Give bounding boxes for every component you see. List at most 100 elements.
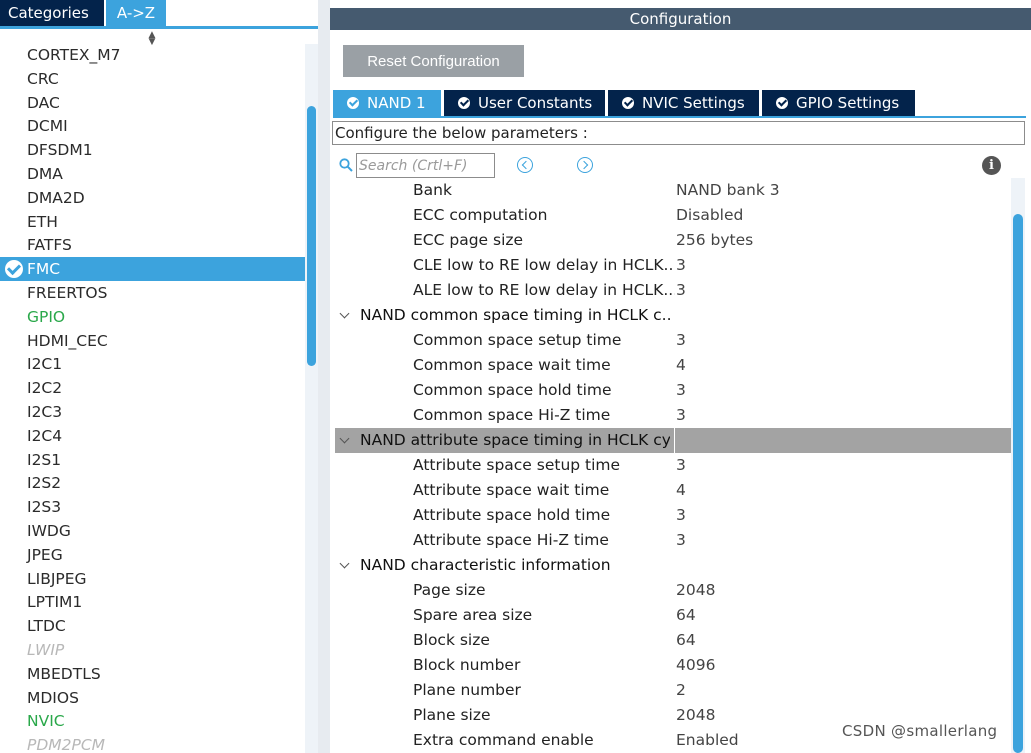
- parameter-row[interactable]: Block number 4096: [335, 653, 1011, 678]
- parameter-value[interactable]: 2048: [676, 578, 715, 603]
- tab-gpio-settings[interactable]: GPIO Settings: [762, 90, 915, 116]
- list-item-hdmi-cec[interactable]: HDMI_CEC: [0, 329, 305, 353]
- list-item-lptim1[interactable]: LPTIM1: [0, 590, 305, 614]
- reset-configuration-button[interactable]: Reset Configuration: [343, 45, 524, 77]
- parameter-row[interactable]: Attribute space setup time 3: [335, 453, 1011, 478]
- parameter-name: Plane number: [413, 681, 521, 699]
- parameter-row[interactable]: Block size 64: [335, 628, 1011, 653]
- list-item-i2c1[interactable]: I2C1: [0, 352, 305, 376]
- parameter-value[interactable]: 4: [676, 478, 686, 503]
- list-item-gpio[interactable]: GPIO: [0, 305, 305, 329]
- search-input[interactable]: [356, 153, 495, 178]
- list-item-mbedtls[interactable]: MBEDTLS: [0, 662, 305, 686]
- list-item-fatfs[interactable]: FATFS: [0, 233, 305, 257]
- tab-nvic-settings[interactable]: NVIC Settings: [608, 90, 759, 116]
- parameter-value[interactable]: 3: [676, 278, 686, 303]
- parameter-row[interactable]: ECC computation Disabled: [335, 203, 1011, 228]
- parameter-row[interactable]: Spare area size 64: [335, 603, 1011, 628]
- parameter-value[interactable]: 3: [676, 453, 686, 478]
- list-item-i2s2[interactable]: I2S2: [0, 471, 305, 495]
- parameter-value[interactable]: Disabled: [676, 203, 743, 228]
- list-item-dma2d[interactable]: DMA2D: [0, 186, 305, 210]
- tree-group-row[interactable]: NAND attribute space timing in HCLK cy..…: [335, 428, 1011, 453]
- list-item-label: LWIP: [27, 641, 65, 659]
- list-item-iwdg[interactable]: IWDG: [0, 519, 305, 543]
- parameter-row[interactable]: CLE low to RE low delay in HCLK... 3: [335, 253, 1011, 278]
- list-item-nvic[interactable]: NVIC: [0, 709, 305, 733]
- list-item-eth[interactable]: ETH: [0, 210, 305, 234]
- chevron-down-icon[interactable]: [338, 303, 352, 328]
- list-item-label: CORTEX_M7: [27, 46, 121, 64]
- parameter-row[interactable]: Page size 2048: [335, 578, 1011, 603]
- parameter-value[interactable]: 2048: [676, 703, 715, 728]
- left-scrollbar[interactable]: [305, 44, 318, 753]
- list-item-dcmi[interactable]: DCMI: [0, 114, 305, 138]
- parameter-row[interactable]: Common space wait time 4: [335, 353, 1011, 378]
- list-item-i2c4[interactable]: I2C4: [0, 424, 305, 448]
- parameter-value[interactable]: 3: [676, 378, 686, 403]
- list-item-i2s3[interactable]: I2S3: [0, 495, 305, 519]
- highlighted-value-cell: [674, 428, 1011, 453]
- panel-divider[interactable]: [318, 0, 330, 753]
- list-item-label: MBEDTLS: [27, 664, 101, 683]
- parameter-value[interactable]: 3: [676, 328, 686, 353]
- parameter-row[interactable]: Common space Hi-Z time 3: [335, 403, 1011, 428]
- next-match-icon[interactable]: [577, 157, 593, 173]
- list-item-fmc[interactable]: FMC: [0, 257, 305, 282]
- info-icon[interactable]: i: [982, 156, 1001, 175]
- parameter-value[interactable]: 3: [676, 503, 686, 528]
- parameter-row[interactable]: ECC page size 256 bytes: [335, 228, 1011, 253]
- parameter-row[interactable]: Attribute space wait time 4: [335, 478, 1011, 503]
- tab-user-constants[interactable]: User Constants: [444, 90, 605, 116]
- parameter-row[interactable]: Bank NAND bank 3: [335, 178, 1011, 203]
- group-name: NAND characteristic information: [360, 556, 611, 574]
- list-item-cortex-m7[interactable]: CORTEX_M7: [0, 44, 305, 67]
- parameter-value[interactable]: 2: [676, 678, 686, 703]
- list-item-pdm2pcm[interactable]: PDM2PCM: [0, 733, 305, 753]
- parameter-value[interactable]: 256 bytes: [676, 228, 753, 253]
- parameter-value[interactable]: 4096: [676, 653, 715, 678]
- list-item-i2s1[interactable]: I2S1: [0, 448, 305, 472]
- previous-match-icon[interactable]: [517, 157, 533, 173]
- list-item-libjpeg[interactable]: LIBJPEG: [0, 567, 305, 591]
- list-item-dfsdm1[interactable]: DFSDM1: [0, 138, 305, 162]
- list-item-mdios[interactable]: MDIOS: [0, 686, 305, 710]
- parameter-value[interactable]: NAND bank 3: [676, 178, 780, 203]
- list-item-dma[interactable]: DMA: [0, 162, 305, 186]
- list-item-crc[interactable]: CRC: [0, 67, 305, 91]
- list-item-i2c3[interactable]: I2C3: [0, 400, 305, 424]
- tree-group-row[interactable]: NAND common space timing in HCLK c...: [335, 303, 1011, 328]
- list-item-i2c2[interactable]: I2C2: [0, 376, 305, 400]
- parameter-value[interactable]: 3: [676, 253, 686, 278]
- parameter-name: Common space hold time: [413, 381, 612, 399]
- parameter-value[interactable]: 64: [676, 603, 696, 628]
- parameter-row[interactable]: Common space setup time 3: [335, 328, 1011, 353]
- parameter-value[interactable]: 3: [676, 528, 686, 553]
- parameter-row[interactable]: Attribute space Hi-Z time 3: [335, 528, 1011, 553]
- list-item-dac[interactable]: DAC: [0, 91, 305, 115]
- list-item-freertos[interactable]: FREERTOS: [0, 281, 305, 305]
- left-scrollbar-thumb[interactable]: [307, 106, 316, 366]
- search-icon: [339, 158, 353, 172]
- parameter-scrollbar[interactable]: [1011, 178, 1025, 753]
- tab-nand-1[interactable]: NAND 1: [333, 90, 441, 116]
- tab-a-to-z[interactable]: A->Z: [106, 0, 166, 26]
- parameter-value[interactable]: 4: [676, 353, 686, 378]
- chevron-down-icon[interactable]: [338, 428, 352, 453]
- check-circle-icon: [776, 97, 788, 109]
- tree-group-row[interactable]: NAND characteristic information: [335, 553, 1011, 578]
- parameter-scrollbar-thumb[interactable]: [1013, 214, 1023, 753]
- parameter-value[interactable]: 64: [676, 628, 696, 653]
- chevron-down-icon[interactable]: [338, 553, 352, 578]
- parameter-name: Attribute space hold time: [413, 506, 611, 524]
- list-item-jpeg[interactable]: JPEG: [0, 543, 305, 567]
- parameter-row[interactable]: Common space hold time 3: [335, 378, 1011, 403]
- parameter-row[interactable]: ALE low to RE low delay in HCLK... 3: [335, 278, 1011, 303]
- parameter-row[interactable]: Attribute space hold time 3: [335, 503, 1011, 528]
- parameter-value[interactable]: Enabled: [676, 728, 739, 753]
- tab-categories[interactable]: Categories: [0, 0, 104, 26]
- parameter-row[interactable]: Plane number 2: [335, 678, 1011, 703]
- list-item-lwip[interactable]: LWIP: [0, 638, 305, 662]
- parameter-value[interactable]: 3: [676, 403, 686, 428]
- list-item-ltdc[interactable]: LTDC: [0, 614, 305, 638]
